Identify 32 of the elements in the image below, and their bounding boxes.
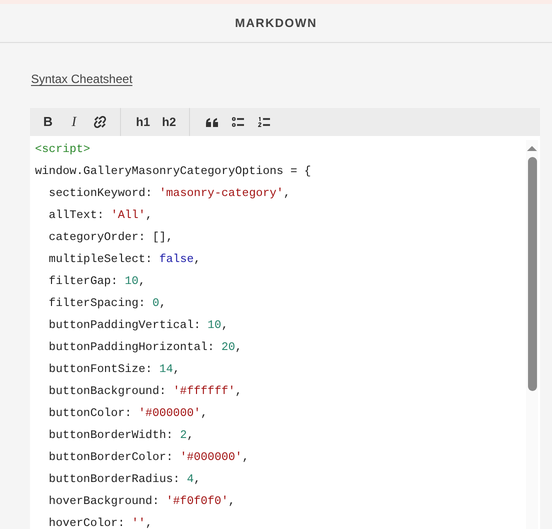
code-line: buttonBorderRadius: 4, (48, 472, 201, 488)
code-line: sectionKeyword: 'masonry-category', (48, 186, 290, 202)
code-editor[interactable] (30, 136, 540, 529)
quote-icon[interactable] (206, 118, 218, 126)
code-line: hoverBackground: '#f0f0f0', (48, 494, 236, 510)
code-line: buttonBorderWidth: 2, (48, 428, 194, 444)
panel-title: MARKDOWN (235, 15, 317, 32)
bullet-list-icon[interactable] (232, 117, 244, 127)
code-line: buttonPaddingHorizontal: 20, (48, 340, 242, 356)
code-line: categoryOrder: [], (48, 230, 174, 246)
italic-button[interactable]: I (64, 111, 84, 133)
code-line: filterSpacing: 0, (48, 296, 166, 312)
scrollbar[interactable] (526, 140, 538, 529)
code-line: filterGap: 10, (48, 274, 146, 290)
code-line: buttonFontSize: 14, (48, 362, 180, 378)
heading-button[interactable]: h2 (159, 111, 179, 133)
code-line: allText: 'All', (48, 208, 152, 224)
code-line: buttonColor: '#000000', (48, 406, 208, 422)
cheatsheet-link[interactable]: Syntax Cheatsheet (31, 72, 132, 86)
code-line: buttonBackground: '#ffffff', (48, 384, 242, 400)
code-line: buttonPaddingVertical: 10, (48, 318, 228, 334)
scroll-up-icon[interactable] (527, 146, 537, 151)
code-line: multipleSelect: false, (48, 252, 201, 268)
numbered-list-icon[interactable] (258, 117, 270, 127)
bold-button[interactable]: B (38, 111, 58, 133)
heading-button[interactable]: h1 (133, 111, 153, 133)
code-line: hoverColor: '', (48, 516, 152, 529)
scrollbar-thumb[interactable] (528, 157, 537, 391)
unlink-icon[interactable] (94, 116, 106, 128)
code-line: window.GalleryMasonryCategoryOptions = { (35, 164, 312, 180)
code-line: buttonBorderColor: '#000000', (48, 450, 249, 466)
code-line: <script> (35, 142, 90, 158)
